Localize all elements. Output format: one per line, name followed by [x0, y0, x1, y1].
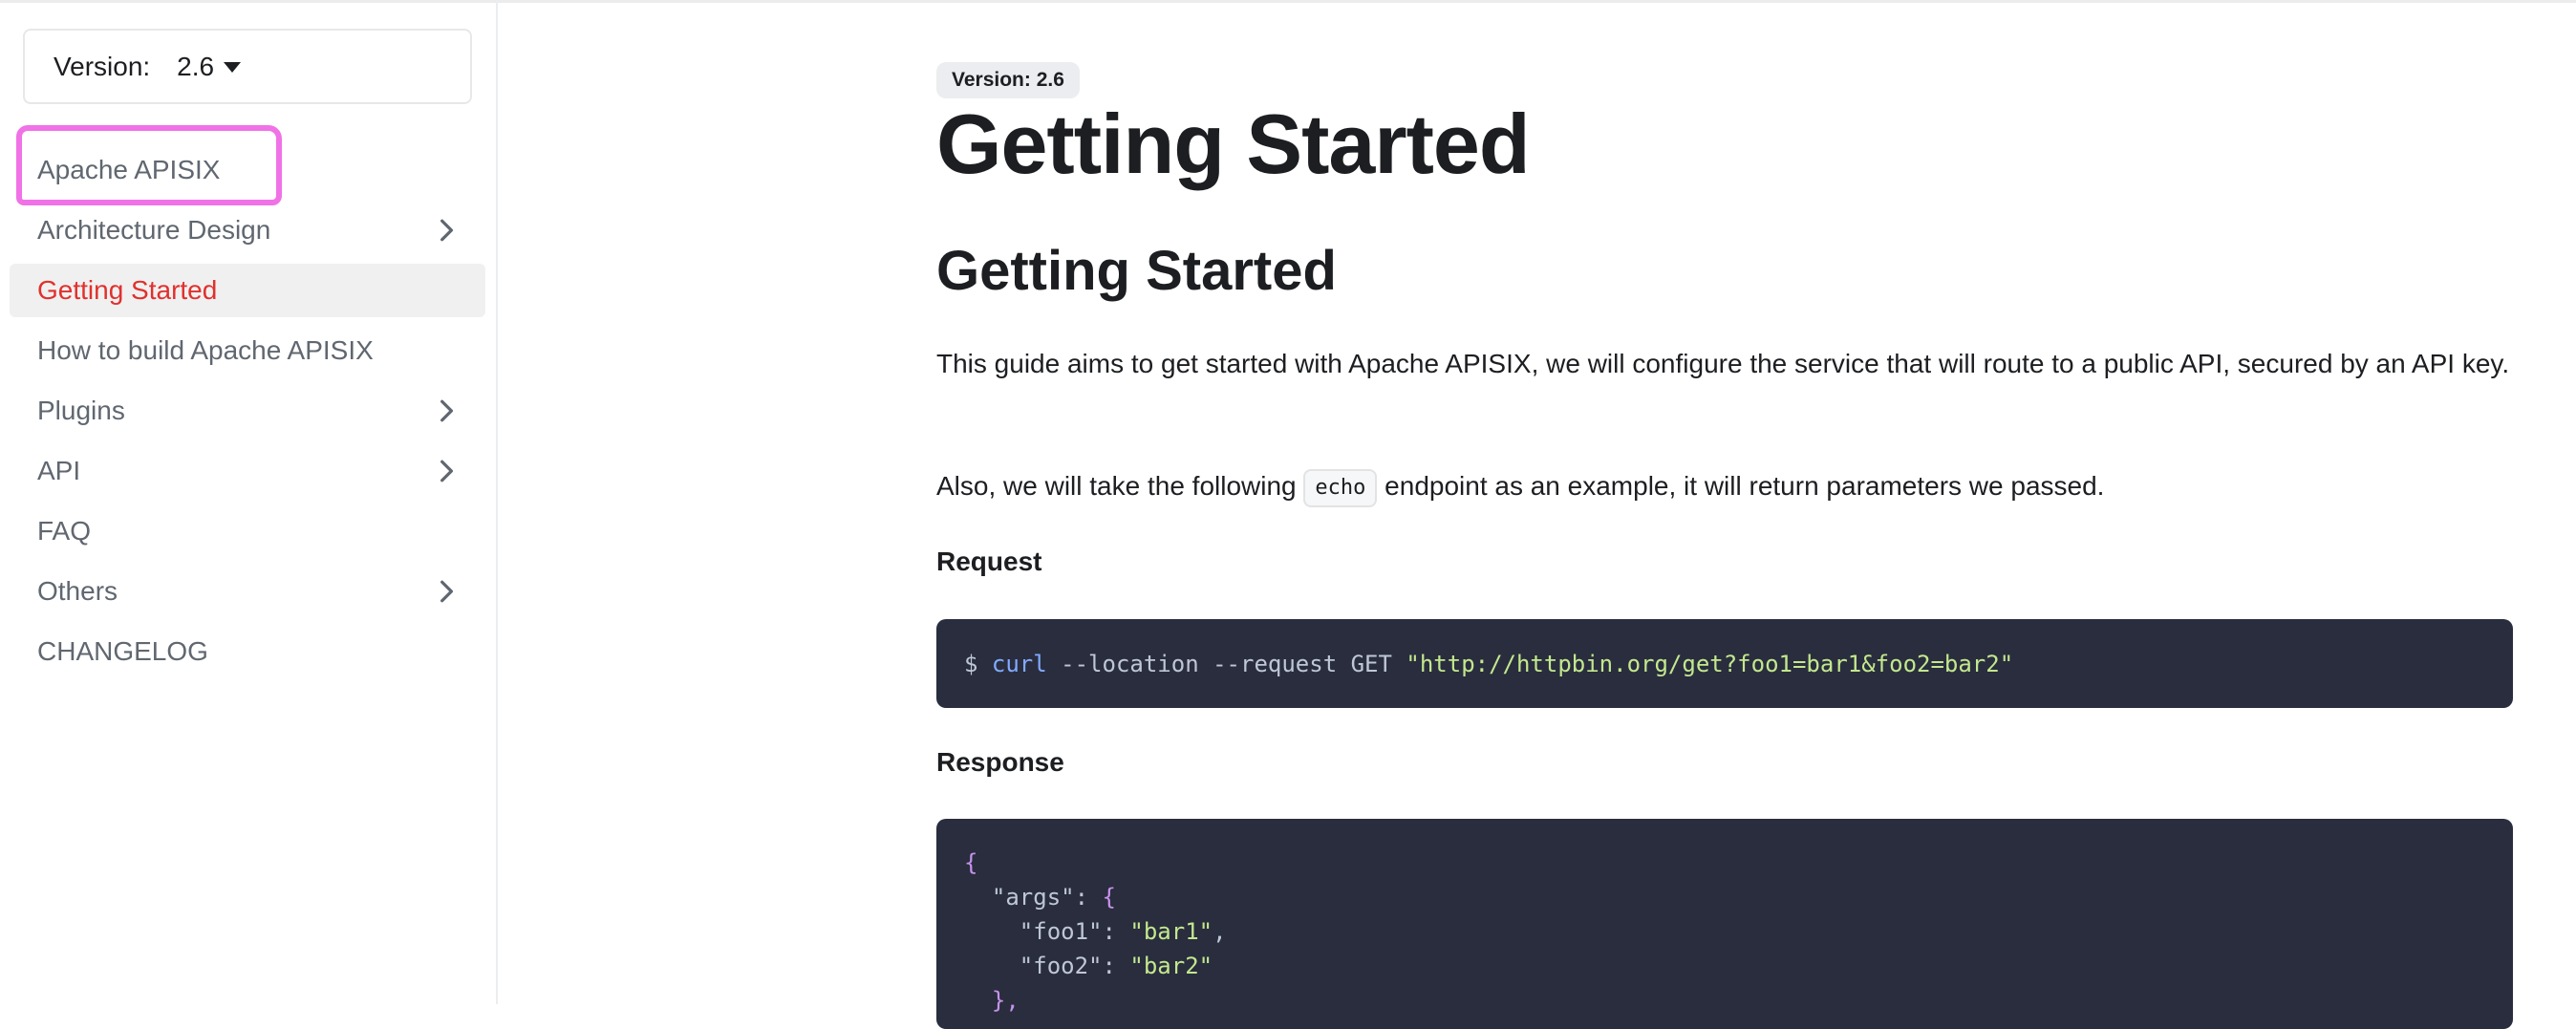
paragraph-text: endpoint as an example, it will return p… [1385, 471, 2105, 501]
inline-code-echo: echo [1303, 468, 1378, 507]
intro-paragraph: This guide aims to get started with Apac… [936, 349, 2510, 378]
version-value: 2.6 [177, 51, 215, 81]
version-label: Version: [54, 51, 151, 81]
code-line: "foo2": "bar2" [964, 949, 2513, 983]
sidebar-item-others[interactable]: Others [10, 565, 485, 618]
code-line: { [964, 846, 2513, 880]
code-brace: { [964, 849, 978, 876]
sidebar-item-label: Architecture Design [37, 215, 271, 245]
code-args: --location --request GET [1061, 650, 1392, 677]
sidebar-item-label: Others [37, 576, 118, 606]
sidebar-item-plugins[interactable]: Plugins [10, 384, 485, 438]
code-value: "bar1" [1129, 918, 1213, 945]
version-badge: Version: 2.6 [936, 62, 1080, 98]
sidebar-item-label: How to build Apache APISIX [37, 335, 374, 365]
code-line: "foo1": "bar1", [964, 914, 2513, 949]
code-comma: , [1213, 918, 1227, 945]
chevron-right-icon[interactable] [434, 459, 459, 483]
response-heading: Response [936, 747, 1064, 777]
code-brace: { [1102, 884, 1116, 911]
chevron-right-icon[interactable] [434, 579, 459, 604]
annotation-highlight-box [16, 125, 282, 205]
request-code-block[interactable]: $ curl --location --request GET "http://… [936, 619, 2513, 708]
sidebar: Version: 2.6 Apache APISIX Architecture … [0, 0, 498, 1004]
page-title: Getting Started [936, 96, 1531, 191]
paragraph-text: Also, we will take the following [936, 471, 1297, 501]
request-heading: Request [936, 547, 1042, 576]
sidebar-item-architecture-design[interactable]: Architecture Design [10, 204, 485, 257]
code-prompt: $ [964, 650, 978, 677]
code-line: "args": { [964, 880, 2513, 914]
code-brace: }, [964, 987, 1020, 1014]
sidebar-item-changelog[interactable]: CHANGELOG [10, 625, 485, 678]
code-value: "bar2" [1129, 953, 1213, 979]
sidebar-item-label: CHANGELOG [37, 636, 208, 666]
section-heading: Getting Started [936, 240, 1337, 302]
sidebar-item-label: FAQ [37, 516, 92, 546]
code-key: "foo1": [964, 918, 1130, 945]
version-dropdown[interactable]: Version: 2.6 [23, 29, 472, 104]
code-line: $ curl --location --request GET "http://… [964, 647, 2013, 681]
sidebar-item-label: Getting Started [37, 275, 218, 305]
caret-down-icon [224, 62, 242, 73]
echo-paragraph: Also, we will take the following echo en… [936, 464, 2513, 508]
docs-nav: Apache APISIX Architecture Design Gettin… [10, 143, 485, 685]
sidebar-item-label: API [37, 456, 81, 485]
code-key: "foo2": [964, 953, 1130, 979]
response-code-block[interactable]: { "args": { "foo1": "bar1", "foo2": "bar… [936, 819, 2513, 1029]
sidebar-item-api[interactable]: API [10, 444, 485, 498]
chevron-right-icon[interactable] [434, 398, 459, 423]
chevron-right-icon[interactable] [434, 218, 459, 243]
sidebar-item-label: Plugins [37, 396, 125, 425]
sidebar-item-faq[interactable]: FAQ [10, 504, 485, 558]
sidebar-item-how-to-build[interactable]: How to build Apache APISIX [10, 324, 485, 377]
code-command: curl [991, 650, 1047, 677]
code-key: "args": [964, 884, 1103, 911]
sidebar-item-getting-started[interactable]: Getting Started [10, 264, 485, 317]
code-line: }, [964, 983, 2513, 1018]
code-url: "http://httpbin.org/get?foo1=bar1&foo2=b… [1406, 650, 2014, 677]
